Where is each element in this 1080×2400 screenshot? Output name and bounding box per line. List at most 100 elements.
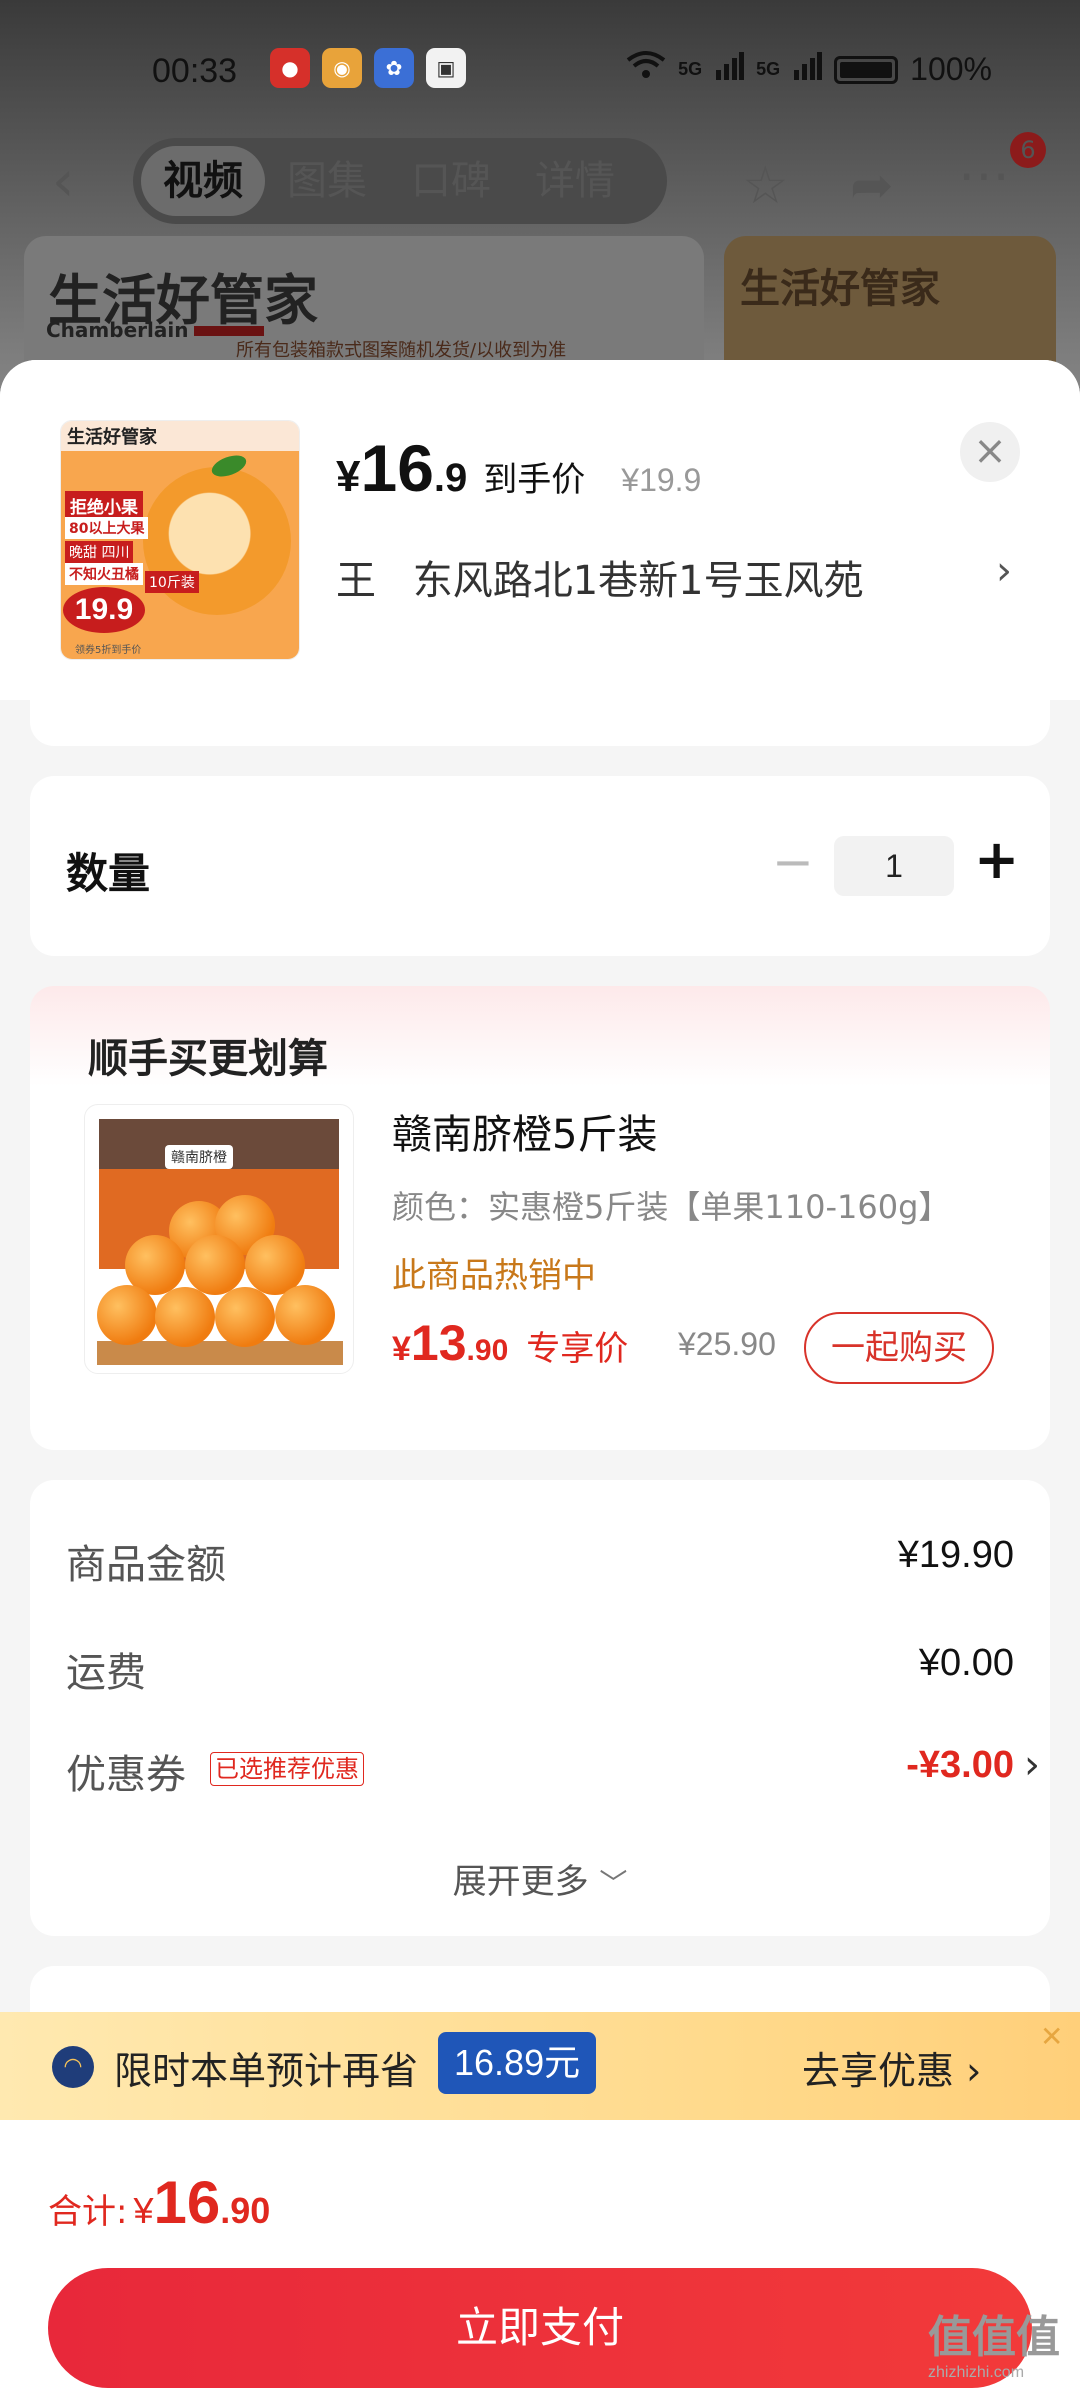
- promo-amount: 16.89元: [438, 2032, 597, 2094]
- tab-details[interactable]: 详情: [513, 146, 637, 216]
- share-icon[interactable]: ➦: [850, 156, 894, 216]
- coupon-row[interactable]: 优惠券 已选推荐优惠 -¥3.00 ›: [66, 1742, 1040, 1802]
- status-indicators: 5G 5G 100%: [626, 50, 992, 89]
- expand-more-label: 展开更多: [452, 1862, 589, 1902]
- promo-cta-label: 去享优惠: [802, 2049, 955, 2093]
- total-label: 合计:: [48, 2192, 128, 2232]
- signal-2-icon: [792, 50, 823, 89]
- price-summary-card: 商品金额 ¥19.90 运费 ¥0.00 优惠券 已选推荐优惠 -¥3.00 ›…: [30, 1480, 1050, 1936]
- currency-symbol: ¥: [133, 2190, 154, 2231]
- final-price: ¥ 16 .9 到手价 ¥19.9: [336, 430, 701, 506]
- address-selector[interactable]: 王 东风路北1巷新1号玉风苑 ›: [336, 548, 1036, 606]
- coupon-label: 优惠券: [66, 1752, 186, 1798]
- banner-brand-en: Chamberlain: [46, 318, 189, 342]
- watermark-url: zhizhizhi.com: [928, 2364, 1025, 2381]
- more-icon[interactable]: ⋯: [958, 146, 1010, 206]
- thumb-sub: 领券5折到手价: [75, 645, 142, 656]
- bundle-product-name[interactable]: 赣南脐橙5斤装: [392, 1102, 657, 1160]
- bundle-price-decimal: .90: [466, 1334, 509, 1367]
- original-price: ¥19.9: [621, 462, 702, 498]
- chevron-right-icon: ›: [996, 548, 1012, 594]
- currency-symbol: ¥: [392, 1330, 411, 1368]
- coupon-value: -¥3.00: [906, 1744, 1014, 1786]
- shipping-label: 运费: [66, 1650, 146, 1696]
- shipping-row: 运费 ¥0.00: [66, 1640, 1014, 1700]
- tab-gallery[interactable]: 图集: [265, 146, 389, 216]
- price-integer: 16: [360, 431, 434, 505]
- thumb-price: 19.9: [63, 587, 145, 633]
- bundle-price-integer: 13: [410, 1315, 467, 1371]
- pay-now-button[interactable]: 立即支付: [48, 2268, 1032, 2388]
- banner-note: 所有包装箱款式图案随机发货/以收到为准: [236, 340, 567, 361]
- banner-brand-bar: [194, 326, 264, 336]
- bundle-product-image[interactable]: 赣南脐橙: [84, 1104, 354, 1374]
- thumb-tag: 不知火丑橘: [65, 563, 143, 585]
- tab-reviews[interactable]: 口碑: [389, 146, 513, 216]
- quantity-label: 数量: [66, 849, 151, 898]
- bundle-offer-card: 顺手买更划算 赣南脐橙 赣南脐橙5斤装 颜色：实惠橙5斤装【单果110-160g…: [30, 986, 1050, 1450]
- background-page: 00:33 ● ◉ ✿ ▣ 5G 5G 100% ‹ 视频 图集 口碑 详情 ☆…: [0, 0, 1080, 426]
- signal-1-icon: [714, 50, 745, 89]
- order-sheet: 生活好管家 拒绝小果 80以上大果 晚甜 四川 不知火丑橘 10斤装 19.9 …: [0, 360, 1080, 2400]
- shipping-value: ¥0.00: [918, 1642, 1014, 1684]
- minus-icon[interactable]: −: [772, 832, 814, 892]
- close-icon[interactable]: ✕: [1040, 2020, 1063, 2053]
- watermark-logo: 值值值: [928, 2312, 1060, 2363]
- jd-app-icon: ●: [270, 48, 310, 88]
- price-label: 到手价: [483, 460, 586, 500]
- battery-icon: [834, 55, 899, 84]
- box-label: 赣南脐橙: [165, 1145, 233, 1169]
- currency-symbol: ¥: [336, 452, 361, 501]
- weibo-app-icon: ◉: [322, 48, 362, 88]
- sheet-header: 生活好管家 拒绝小果 80以上大果 晚甜 四川 不知火丑橘 10斤装 19.9 …: [0, 360, 1080, 700]
- thumb-tag: 拒绝小果: [65, 491, 143, 520]
- thumb-brand: 生活好管家: [67, 427, 157, 448]
- price-decimal: .9: [433, 456, 468, 500]
- goods-amount-row: 商品金额 ¥19.90: [66, 1532, 1014, 1592]
- status-bar: 00:33 ● ◉ ✿ ▣ 5G 5G 100%: [0, 40, 1080, 110]
- banner-side-brand: 生活好管家: [740, 265, 940, 312]
- goods-amount-value: ¥19.90: [897, 1534, 1014, 1576]
- bundle-original-price: ¥25.90: [678, 1326, 776, 1362]
- baidu-app-icon: ✿: [374, 48, 414, 88]
- chevron-right-icon: ›: [1024, 1742, 1040, 1788]
- battery-percent: 100%: [910, 51, 992, 87]
- favorite-star-icon[interactable]: ☆: [742, 156, 789, 216]
- quantity-input[interactable]: 1: [834, 836, 954, 896]
- order-total: 合计: ¥ 16 .90: [48, 2168, 270, 2237]
- bundle-title: 顺手买更划算: [88, 1036, 328, 1082]
- bundle-hot-label: 此商品热销中: [392, 1256, 596, 1296]
- product-thumbnail: 生活好管家 拒绝小果 80以上大果 晚甜 四川 不知火丑橘 10斤装 19.9 …: [60, 420, 300, 660]
- goods-amount-label: 商品金额: [66, 1542, 226, 1588]
- wifi-icon: [626, 50, 666, 89]
- thumb-spec: 10斤装: [145, 571, 199, 593]
- promo-text: 限时本单预计再省: [114, 2049, 419, 2093]
- tab-video[interactable]: 视频: [141, 146, 265, 216]
- close-icon[interactable]: ×: [960, 422, 1020, 482]
- chevron-right-icon: ›: [966, 2049, 982, 2093]
- total-integer: 16: [153, 2169, 221, 2236]
- product-nav: ‹ 视频 图集 口碑 详情 ☆ ➦ ⋯ 6: [0, 132, 1080, 228]
- coupon-tag: 已选推荐优惠: [210, 1752, 364, 1786]
- total-decimal: .90: [220, 2190, 271, 2231]
- status-app-icons: ● ◉ ✿ ▣: [270, 48, 466, 88]
- address-detail: 东风路北1巷新1号玉风苑: [412, 558, 864, 604]
- signal-1-label: 5G: [678, 59, 703, 79]
- promo-logo-icon: ◠: [52, 2046, 94, 2088]
- promo-cta[interactable]: 去享优惠 ›: [802, 2040, 981, 2095]
- notification-badge: 6: [1010, 132, 1046, 168]
- checkout-footer: 合计: ¥ 16 .90 立即支付: [0, 2120, 1080, 2400]
- thumb-tag: 80以上大果: [65, 517, 149, 539]
- back-icon[interactable]: ‹: [52, 152, 102, 212]
- signal-2-label: 5G: [756, 59, 781, 79]
- spec-card-bottom: [30, 700, 1050, 746]
- thumb-tag: 晚甜 四川: [65, 541, 134, 563]
- bundle-product-spec: 颜色：实惠橙5斤装【单果110-160g】: [392, 1188, 951, 1226]
- buy-together-button[interactable]: 一起购买: [804, 1312, 994, 1384]
- quantity-card: 数量 − 1 +: [30, 776, 1050, 956]
- bundle-price-label: 专享价: [526, 1329, 629, 1369]
- media-tab-switcher: 视频 图集 口碑 详情: [133, 138, 667, 224]
- promo-banner[interactable]: ◠ 限时本单预计再省 16.89元 去享优惠 › ✕: [0, 2012, 1080, 2120]
- expand-more-button[interactable]: 展开更多 ﹀: [30, 1854, 1050, 1903]
- plus-icon[interactable]: +: [974, 828, 1019, 892]
